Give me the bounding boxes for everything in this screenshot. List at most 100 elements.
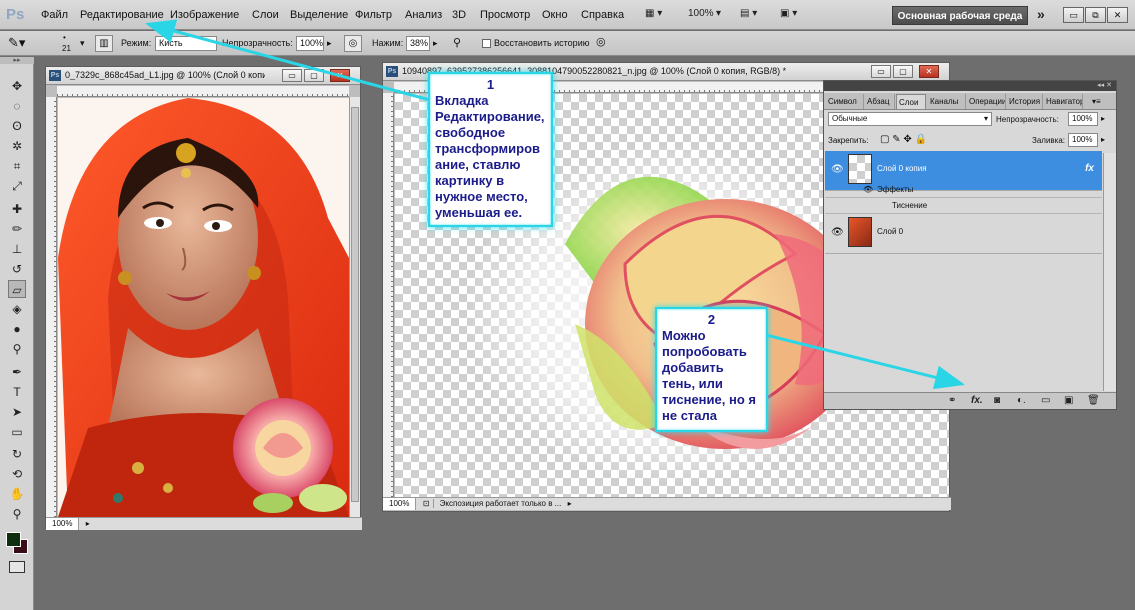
healing-brush-tool-icon[interactable]: ✚: [8, 200, 26, 218]
doc-close-button[interactable]: ✕: [330, 69, 350, 82]
move-tool-icon[interactable]: ✥: [8, 77, 26, 95]
3d-orbit-tool-icon[interactable]: ⟲: [8, 465, 26, 483]
quick-select-tool-icon[interactable]: ✲: [8, 137, 26, 155]
status-menu-icon[interactable]: ▸: [82, 519, 90, 528]
doc-maximize-button[interactable]: ▢: [893, 65, 913, 78]
effects-row[interactable]: 👁 Эффекты: [825, 182, 1102, 198]
history-brush-icon[interactable]: ✎▾: [8, 35, 25, 51]
minimize-button[interactable]: ▭: [1063, 7, 1084, 23]
zoom-dropdown-icon[interactable]: ▾: [716, 8, 721, 19]
eyedropper-tool-icon[interactable]: ⤢: [8, 177, 26, 195]
tab-character[interactable]: Символ: [826, 94, 864, 109]
add-mask-icon[interactable]: ◙: [994, 395, 1000, 406]
toolbox-grip[interactable]: ▸▸: [0, 57, 34, 64]
visibility-eye-icon[interactable]: 👁: [831, 164, 844, 175]
menu-3d[interactable]: 3D: [452, 9, 466, 21]
doc-minimize-button[interactable]: ▭: [282, 69, 302, 82]
eraser-tool-icon[interactable]: ▱: [8, 280, 26, 298]
scrollbar-thumb[interactable]: [351, 107, 359, 502]
tablet-pressure-icon[interactable]: ◎: [596, 35, 606, 48]
pressure-input[interactable]: 38%: [406, 36, 430, 51]
shape-tool-icon[interactable]: ▭: [8, 423, 26, 441]
doc-close-button[interactable]: ✕: [919, 65, 939, 78]
menu-layers[interactable]: Слои: [252, 9, 279, 21]
marquee-tool-icon[interactable]: ◌: [8, 97, 26, 115]
tablet-opacity-icon[interactable]: ◎: [344, 35, 362, 52]
screen-mode-icon[interactable]: ▣ ▾: [780, 8, 797, 19]
new-group-icon[interactable]: ▭: [1041, 395, 1050, 406]
link-layers-icon[interactable]: ⚭: [948, 395, 956, 406]
workspace-button[interactable]: Основная рабочая среда: [892, 6, 1028, 25]
document-titlebar[interactable]: Ps 0_7329c_868c45ad_L1.jpg @ 100% (Слой …: [46, 67, 360, 85]
foreground-color-swatch[interactable]: [6, 532, 21, 547]
path-select-tool-icon[interactable]: ➤: [8, 403, 26, 421]
visibility-eye-icon[interactable]: 👁: [831, 227, 844, 238]
fx-icon[interactable]: fx: [1085, 163, 1094, 174]
blend-mode-select[interactable]: Обычные ▾: [828, 112, 992, 126]
doc-maximize-button[interactable]: ▢: [304, 69, 324, 82]
quick-mask-icon[interactable]: [9, 561, 25, 573]
new-layer-icon[interactable]: ▣: [1064, 395, 1073, 406]
layer-opacity-input[interactable]: 100%: [1068, 112, 1098, 126]
menu-file[interactable]: Файл: [41, 9, 68, 21]
pen-tool-icon[interactable]: ✒: [8, 363, 26, 381]
lasso-tool-icon[interactable]: ʘ: [8, 117, 26, 135]
brush-panel-icon[interactable]: ▥: [95, 35, 113, 52]
tab-history[interactable]: История: [1007, 94, 1043, 109]
zoom-level[interactable]: 100%: [688, 8, 714, 19]
history-brush-tool-icon[interactable]: ↺: [8, 260, 26, 278]
3d-rotate-tool-icon[interactable]: ↻: [8, 445, 26, 463]
zoom-tool-icon[interactable]: ⚲: [8, 505, 26, 523]
layer-row-base[interactable]: 👁 Слой 0: [825, 214, 1102, 254]
opacity-input[interactable]: 100%: [296, 36, 324, 51]
canvas-portrait[interactable]: [58, 98, 349, 517]
more-workspaces-icon[interactable]: »: [1037, 6, 1045, 22]
restore-history-checkbox[interactable]: [482, 39, 491, 48]
menu-help[interactable]: Справка: [581, 9, 624, 21]
panel-menu-icon[interactable]: ▾≡: [1090, 94, 1103, 109]
vertical-ruler[interactable]: [383, 93, 394, 497]
zoom-field[interactable]: 100%: [46, 518, 80, 530]
paint-bucket-tool-icon[interactable]: ◈: [8, 300, 26, 318]
opacity-arrow-icon[interactable]: ▸: [327, 38, 332, 49]
brush-picker-icon[interactable]: ▾: [80, 38, 85, 49]
vertical-scrollbar[interactable]: [349, 97, 360, 517]
panel-collapse-bar[interactable]: ◂◂ ✕: [824, 81, 1116, 91]
layer-opacity-arrow-icon[interactable]: ▸: [1101, 114, 1105, 123]
lock-icons[interactable]: ▢ ✎ ✥ 🔒: [880, 134, 927, 145]
fill-arrow-icon[interactable]: ▸: [1101, 135, 1105, 144]
status-menu-icon[interactable]: ▸: [564, 499, 572, 508]
mode-select[interactable]: Кисть: [155, 36, 217, 51]
zoom-field[interactable]: 100%: [383, 498, 417, 510]
emboss-effect-row[interactable]: Тиснение: [825, 198, 1102, 214]
dodge-tool-icon[interactable]: ⚲: [8, 340, 26, 358]
close-button[interactable]: ✕: [1107, 7, 1128, 23]
blur-tool-icon[interactable]: ●: [8, 320, 26, 338]
restore-button[interactable]: ⧉: [1085, 7, 1106, 23]
menu-edit[interactable]: Редактирование: [80, 9, 164, 21]
tab-layers[interactable]: Слои: [896, 94, 926, 109]
vertical-ruler[interactable]: [46, 97, 57, 517]
effects-eye-icon[interactable]: 👁: [863, 182, 873, 197]
pressure-arrow-icon[interactable]: ▸: [433, 38, 438, 49]
airbrush-icon[interactable]: ⚲: [453, 36, 461, 49]
crop-tool-icon[interactable]: ⌗: [8, 157, 26, 175]
fill-input[interactable]: 100%: [1068, 133, 1098, 147]
menu-window[interactable]: Окно: [542, 9, 568, 21]
hand-tool-icon[interactable]: ✋: [8, 485, 26, 503]
arrange-documents-icon[interactable]: ▤ ▾: [740, 8, 757, 19]
status-options-icon[interactable]: ⊡: [418, 499, 435, 508]
tab-actions[interactable]: Операции: [967, 94, 1006, 109]
brush-tool-icon[interactable]: ✏: [8, 220, 26, 238]
layers-scrollbar[interactable]: [1103, 153, 1116, 391]
tab-paragraph[interactable]: Абзац: [865, 94, 895, 109]
menu-view[interactable]: Просмотр: [480, 9, 530, 21]
tab-navigator[interactable]: Навигатор: [1044, 94, 1083, 109]
doc-minimize-button[interactable]: ▭: [871, 65, 891, 78]
delete-layer-icon[interactable]: 🗑: [1087, 395, 1100, 406]
menu-image[interactable]: Изображение: [170, 9, 239, 21]
adjustment-layer-icon[interactable]: ◐.: [1017, 395, 1026, 406]
menu-analysis[interactable]: Анализ: [405, 9, 442, 21]
menu-select[interactable]: Выделение: [290, 9, 348, 21]
clone-stamp-tool-icon[interactable]: ⊥: [8, 240, 26, 258]
